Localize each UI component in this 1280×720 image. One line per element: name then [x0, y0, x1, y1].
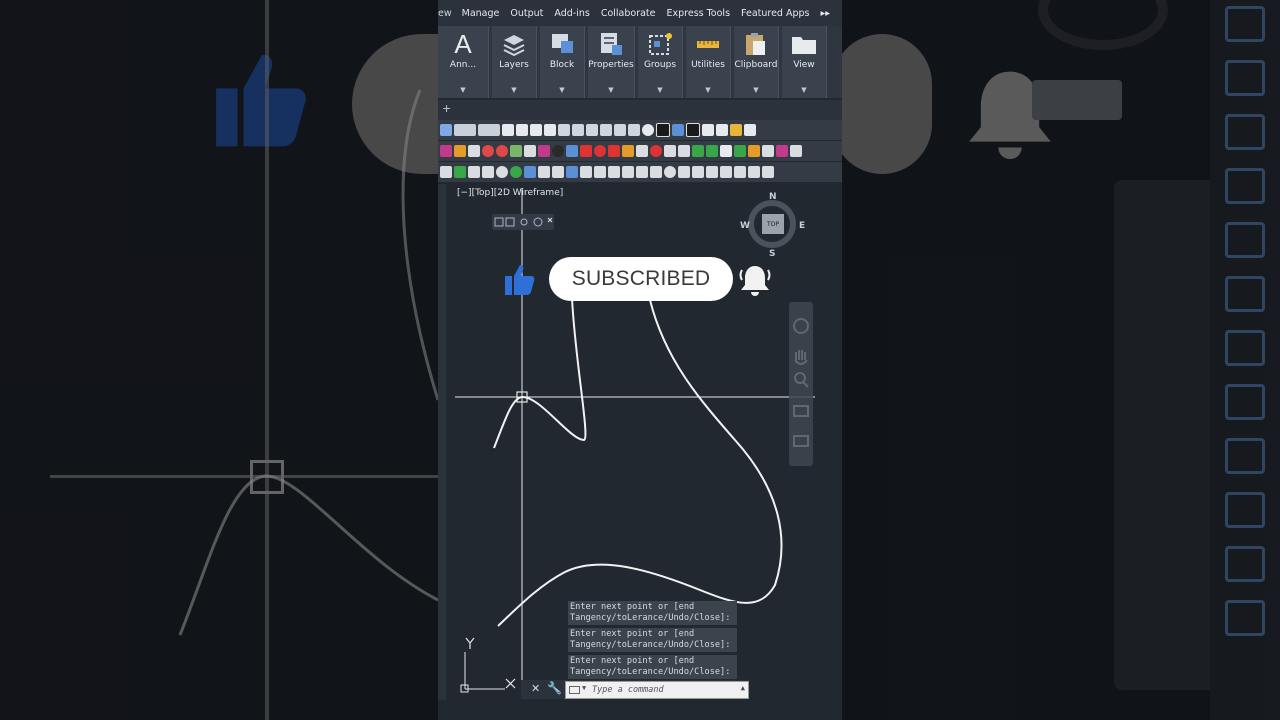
- chevron-down-icon[interactable]: ▼: [582, 684, 586, 692]
- viewcube-face-top[interactable]: TOP: [762, 214, 784, 234]
- spline-curve: [497, 299, 783, 627]
- customize-wrench-icon[interactable]: 🔧: [547, 681, 562, 695]
- ucs-x-label-glyph: [505, 678, 516, 689]
- close-icon[interactable]: ✕: [531, 682, 540, 695]
- command-history-line: Enter next point or [end Tangency/toLera…: [568, 601, 737, 625]
- command-prompt-icon[interactable]: [569, 686, 580, 694]
- thumbs-up-icon: [505, 265, 535, 295]
- spline-curve: [493, 297, 587, 449]
- viewport-mini-toolbar[interactable]: [492, 214, 554, 230]
- ucs-y-label-glyph: [465, 637, 475, 649]
- compass-south[interactable]: S: [769, 249, 775, 259]
- command-history-line: Enter next point or [end Tangency/toLera…: [568, 628, 737, 652]
- viewcube[interactable]: TOP N S W E: [740, 192, 805, 259]
- command-input[interactable]: ▼ Type a command ▲: [565, 681, 749, 699]
- chevron-up-icon[interactable]: ▲: [741, 684, 745, 692]
- bell-icon: [739, 266, 771, 296]
- command-history-line: Enter next point or [end Tangency/toLera…: [568, 655, 737, 679]
- subscribed-button[interactable]: SUBSCRIBED: [549, 257, 733, 301]
- command-placeholder: Type a command: [592, 685, 664, 695]
- navigation-bar[interactable]: [789, 302, 813, 466]
- compass-west[interactable]: W: [740, 221, 750, 231]
- compass-north[interactable]: N: [769, 192, 777, 202]
- compass-east[interactable]: E: [799, 221, 805, 231]
